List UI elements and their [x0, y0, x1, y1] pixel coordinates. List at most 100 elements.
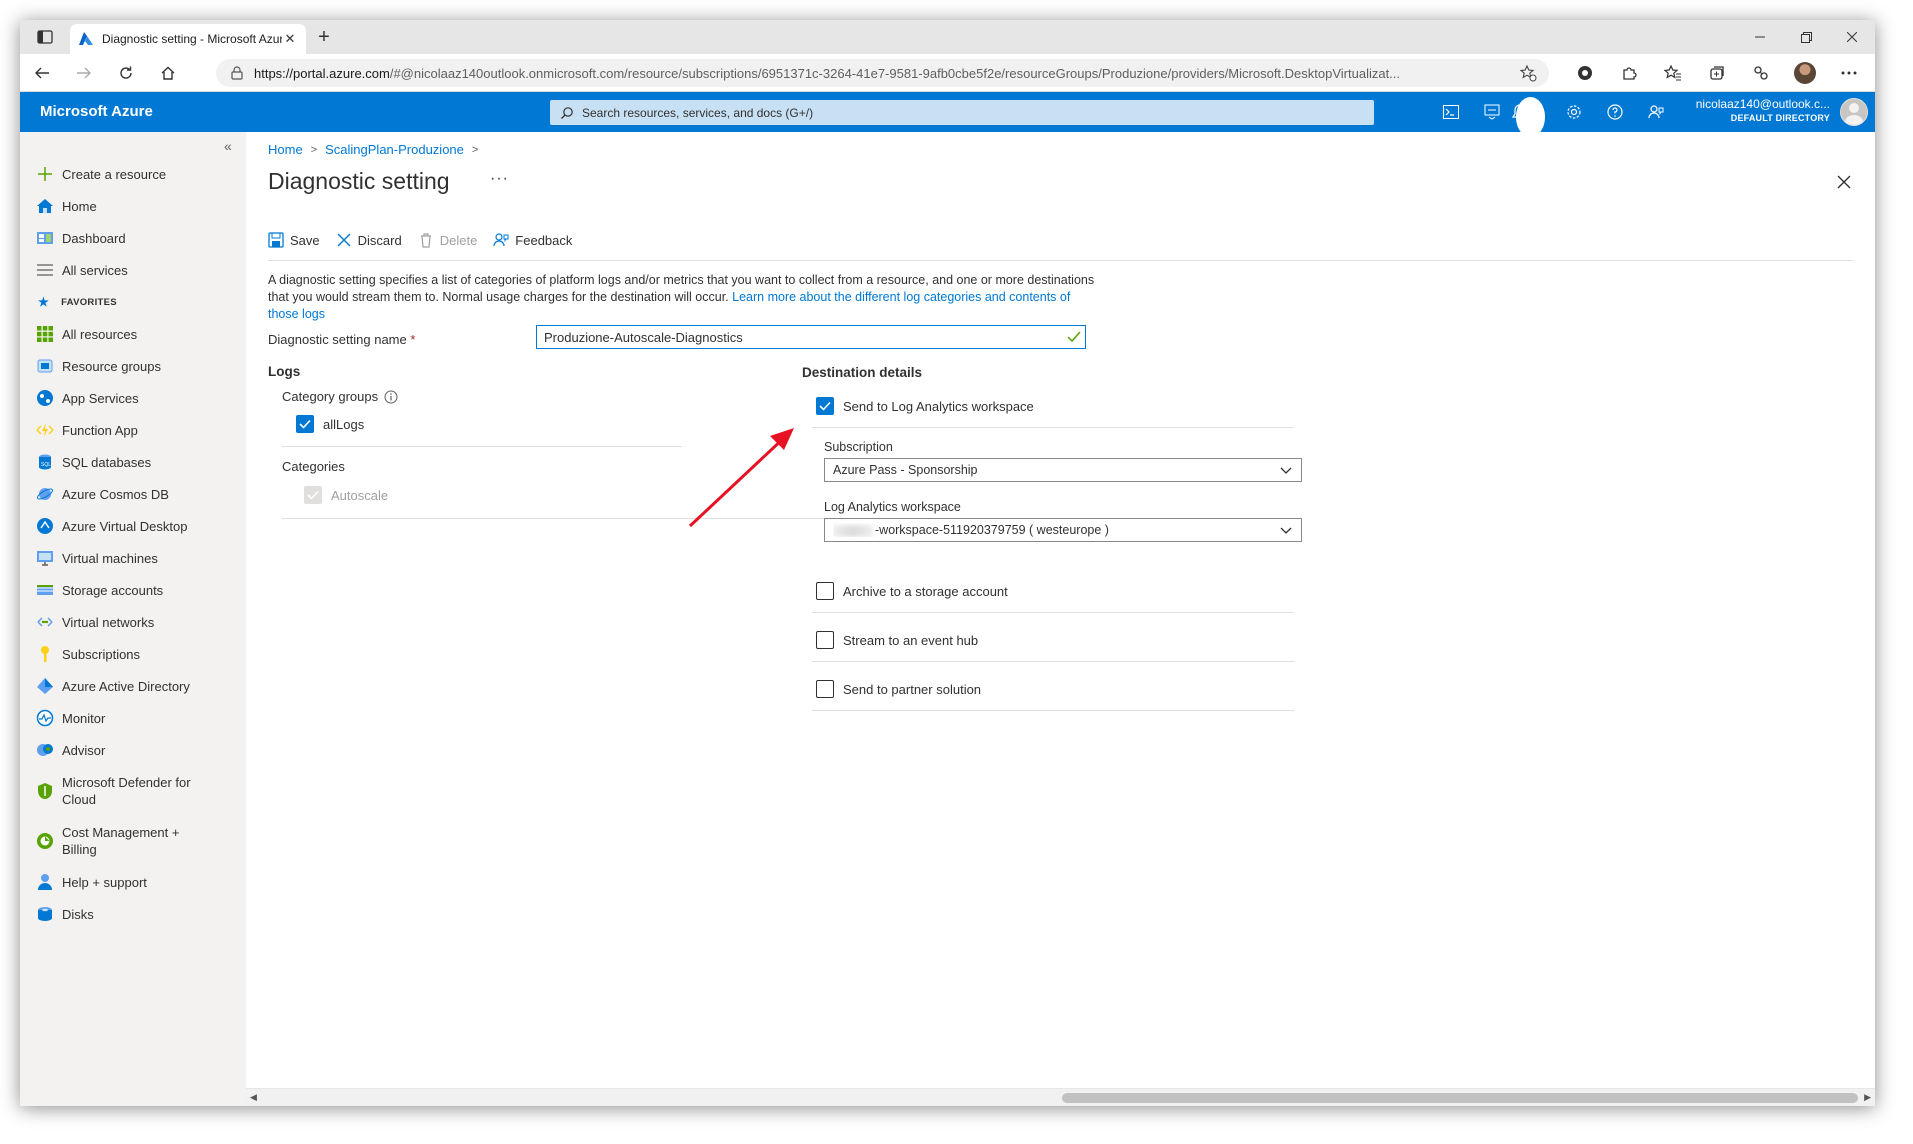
sidebar-item-label: Disks — [62, 906, 94, 922]
collapse-sidebar-icon[interactable]: « — [224, 138, 232, 154]
sidebar-item-cost-management-billing[interactable]: Cost Management + Billing — [20, 816, 246, 866]
notification-count-badge: 1 — [1515, 97, 1545, 137]
sidebar-item-home[interactable]: Home — [20, 190, 246, 222]
log-analytics-divider — [812, 427, 1294, 428]
browser-toolbar — [1570, 61, 1864, 85]
back-icon[interactable] — [28, 60, 56, 86]
url-text: https://portal.azure.com/#@nicolaaz140ou… — [254, 65, 1401, 81]
plus-icon — [38, 167, 52, 181]
save-button[interactable]: Save — [268, 232, 320, 248]
more-options-icon[interactable]: ··· — [490, 170, 509, 188]
all-logs-checkbox[interactable]: allLogs — [296, 415, 364, 433]
close-window-icon[interactable] — [1829, 20, 1875, 54]
autoscale-checkbox[interactable]: Autoscale — [304, 486, 388, 504]
setting-name-input[interactable] — [536, 325, 1086, 349]
sidebar-item-advisor[interactable]: Advisor — [20, 734, 246, 766]
sidebar-item-storage-accounts[interactable]: Storage accounts — [20, 574, 246, 606]
subscription-dropdown[interactable]: Azure Pass - Sponsorship — [824, 458, 1302, 482]
share-icon[interactable] — [1746, 61, 1776, 85]
extensions-icon[interactable] — [1614, 61, 1644, 85]
sidebar-item-all-resources[interactable]: All resources — [20, 318, 246, 350]
browser-tab[interactable]: Diagnostic setting - Microsoft Azure ✕ — [70, 24, 306, 54]
scroll-left-icon[interactable]: ◀ — [250, 1092, 257, 1103]
new-tab-icon[interactable]: + — [314, 27, 334, 48]
categories-label: Categories — [282, 459, 345, 474]
event-hub-checkbox[interactable]: Stream to an event hub — [816, 631, 978, 649]
sidebar-item-microsoft-defender-for-cloud[interactable]: Microsoft Defender for Cloud — [20, 766, 246, 816]
workspace-value: -workspace-511920379759 ( westeurope ) — [833, 523, 1279, 537]
breadcrumb-scaling-plan[interactable]: ScalingPlan-Produzione — [325, 142, 464, 157]
list-icon — [37, 264, 53, 276]
sidebar-item-virtual-machines[interactable]: Virtual machines — [20, 542, 246, 574]
notifications-icon[interactable]: 1 — [1512, 92, 1553, 137]
azure-top-bar: Microsoft Azure Search resources, servic… — [20, 92, 1875, 137]
sidebar-item-app-services[interactable]: App Services — [20, 382, 246, 414]
sidebar-item-label: Virtual machines — [62, 550, 158, 566]
breadcrumb: Home > ScalingPlan-Produzione > — [268, 142, 478, 157]
url-field[interactable]: https://portal.azure.com/#@nicolaaz140ou… — [216, 59, 1549, 87]
star-icon: ★ — [38, 295, 50, 309]
sidebar-item-create-resource[interactable]: Create a resource — [20, 158, 246, 190]
sidebar-item-help-support[interactable]: Help + support — [20, 866, 246, 898]
breadcrumb-home[interactable]: Home — [268, 142, 303, 157]
help-icon[interactable] — [1594, 92, 1635, 132]
cloud-shell-icon[interactable] — [1430, 92, 1471, 132]
collections-icon[interactable] — [1702, 61, 1732, 85]
close-icon[interactable] — [1834, 172, 1854, 192]
browser-profile-avatar[interactable] — [1790, 61, 1820, 85]
restore-icon[interactable] — [1783, 20, 1829, 54]
sidebar-item-dashboard[interactable]: Dashboard — [20, 222, 246, 254]
azure-brand[interactable]: Microsoft Azure — [40, 92, 153, 132]
partner-solution-checkbox[interactable]: Send to partner solution — [816, 680, 981, 698]
address-bar: https://portal.azure.com/#@nicolaaz140ou… — [20, 54, 1875, 92]
sidebar-item-function-app[interactable]: Function App — [20, 414, 246, 446]
forward-icon[interactable] — [70, 60, 98, 86]
page-title: Diagnostic setting — [268, 168, 450, 194]
tab-close-icon[interactable]: ✕ — [282, 31, 298, 47]
sidebar-item-monitor[interactable]: Monitor — [20, 702, 246, 734]
tracking-icon[interactable] — [1570, 61, 1600, 85]
tab-title: Diagnostic setting - Microsoft Azure — [102, 32, 282, 46]
required-marker: * — [410, 332, 416, 347]
tab-actions-icon[interactable] — [28, 26, 62, 48]
user-directory: DEFAULT DIRECTORY — [1730, 113, 1830, 123]
settings-gear-icon[interactable] — [1553, 92, 1594, 132]
sidebar-item-virtual-networks[interactable]: Virtual networks — [20, 606, 246, 638]
scrollbar-thumb[interactable] — [1062, 1093, 1858, 1103]
avatar[interactable] — [1840, 98, 1868, 126]
sidebar-item-label: Function App — [62, 422, 138, 438]
minimize-icon[interactable] — [1737, 20, 1783, 54]
log-analytics-checkbox[interactable]: Send to Log Analytics workspace — [816, 397, 1034, 415]
sidebar-item-label: Cost Management + Billing — [62, 825, 180, 857]
home-browser-icon[interactable] — [154, 60, 182, 86]
sidebar-item-disks[interactable]: Disks — [20, 898, 246, 930]
account-info[interactable]: nicolaaz140@outlook.c... DEFAULT DIRECTO… — [1668, 97, 1830, 124]
dashboard-icon — [37, 232, 53, 244]
function-app-icon — [36, 423, 54, 437]
refresh-icon[interactable] — [112, 60, 140, 86]
sidebar-item-azure-active-directory[interactable]: Azure Active Directory — [20, 670, 246, 702]
global-search-input[interactable]: Search resources, services, and docs (G+… — [550, 100, 1374, 125]
workspace-dropdown[interactable]: -workspace-511920379759 ( westeurope ) — [824, 518, 1302, 542]
discard-button[interactable]: Discard — [336, 232, 402, 248]
storage-accounts-icon — [37, 585, 53, 595]
disks-icon — [38, 907, 52, 921]
browser-menu-icon[interactable] — [1834, 61, 1864, 85]
virtual-desktop-icon — [37, 518, 53, 534]
sidebar-item-all-services[interactable]: All services — [20, 254, 246, 286]
add-favorite-icon[interactable] — [1519, 64, 1537, 82]
partner-divider — [812, 710, 1294, 711]
directory-filter-icon[interactable] — [1471, 92, 1512, 132]
sidebar-item-azure-virtual-desktop[interactable]: Azure Virtual Desktop — [20, 510, 246, 542]
feedback-button[interactable]: Feedback — [493, 232, 572, 248]
scroll-right-icon[interactable]: ▶ — [1864, 1092, 1871, 1103]
favorites-icon[interactable] — [1658, 61, 1688, 85]
archive-storage-checkbox[interactable]: Archive to a storage account — [816, 582, 1008, 600]
horizontal-scrollbar[interactable]: ◀ ▶ — [246, 1088, 1875, 1106]
delete-button[interactable]: Delete — [418, 232, 477, 248]
sidebar-item-sql-databases[interactable]: SQL SQL databases — [20, 446, 246, 478]
sidebar-item-subscriptions[interactable]: Subscriptions — [20, 638, 246, 670]
sidebar-item-azure-cosmos-db[interactable]: Azure Cosmos DB — [20, 478, 246, 510]
sidebar-item-resource-groups[interactable]: Resource groups — [20, 350, 246, 382]
info-icon[interactable] — [384, 390, 398, 404]
